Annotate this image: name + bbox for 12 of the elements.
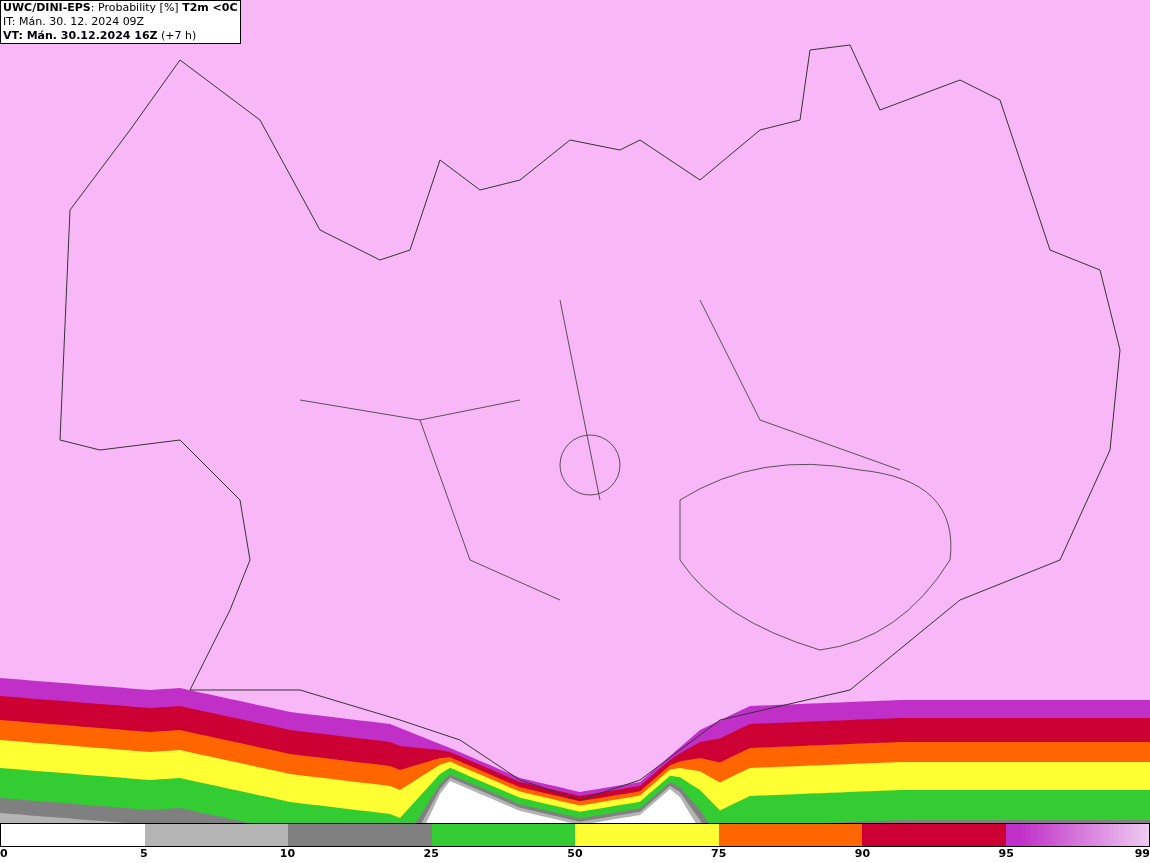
legend-label: 75 [711, 847, 727, 861]
title-text: IT: Mán. 30. 12. 2024 09Z [3, 15, 146, 29]
legend-label: 99 [1134, 847, 1150, 861]
legend-label: 50 [567, 847, 583, 861]
title-text: UWC/DINI-EPS: Probability [%] T2m <0C [3, 1, 238, 15]
legend-label: 90 [854, 847, 871, 861]
legend-label: 0 [0, 847, 8, 861]
title-text: VT: Mán. 30.12.2024 16Z (+7 h) [3, 29, 198, 43]
legend-label: 5 [139, 847, 148, 861]
legend-label: 95 [998, 847, 1014, 861]
legend-label: 25 [423, 847, 439, 861]
legend-label: 10 [279, 847, 296, 861]
